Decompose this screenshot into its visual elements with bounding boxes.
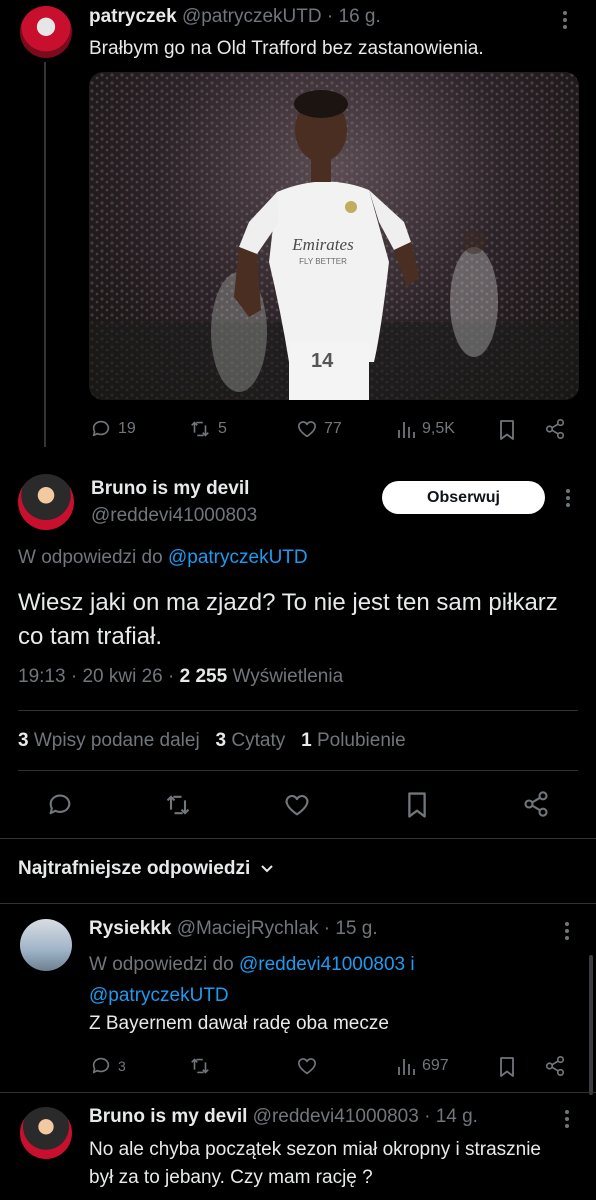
reply-text: No ale chyba początek sezon miał okropny…: [89, 1139, 542, 1188]
views-button[interactable]: 697: [396, 1055, 449, 1077]
divider: [0, 903, 596, 904]
reply-context: W odpowiedzi do @reddevi41000803 i @patr…: [89, 949, 549, 1011]
tweet-header: patryczek @patryczekUTD · 16 g.: [89, 6, 559, 28]
sort-label: Najtrafniejsze odpowiedzi: [18, 858, 251, 879]
reposts-count: 3: [18, 730, 29, 751]
likes-label: Polubienie: [316, 730, 406, 751]
avatar[interactable]: [20, 1107, 72, 1159]
bookmark-icon[interactable]: [404, 791, 430, 819]
views-count: 9,5K: [422, 420, 455, 437]
heart-icon: [297, 421, 317, 438]
reply-prefix: W odpowiedzi do: [18, 547, 163, 568]
views-icon: [398, 422, 415, 438]
views-count: 697: [422, 1057, 449, 1074]
views-button[interactable]: 9,5K: [396, 418, 455, 440]
share-icon[interactable]: [544, 1055, 566, 1077]
tweet-photo[interactable]: Emirates FLY BETTER 14: [89, 72, 579, 400]
author-handle[interactable]: @MaciejRychlak: [177, 918, 319, 939]
reply-header: Bruno is my devil @reddevi41000803 · 14 …: [89, 1106, 478, 1128]
repost-button[interactable]: 5: [188, 418, 227, 440]
avatar[interactable]: [20, 6, 72, 58]
author-handle[interactable]: @reddevi41000803: [91, 505, 257, 527]
reply-and: i: [410, 954, 415, 975]
thread-line: [44, 62, 46, 447]
avatar[interactable]: [20, 919, 72, 971]
reply-time[interactable]: 15 g.: [335, 918, 377, 939]
avatar[interactable]: [18, 474, 74, 530]
scrollbar[interactable]: [589, 955, 593, 1095]
views-count: 2 255: [179, 666, 228, 687]
tweet-text: Wiesz jaki on ma zjazd? To nie jest ten …: [18, 589, 558, 650]
chevron-down-icon: [261, 865, 273, 873]
separator-dot: ·: [424, 1106, 431, 1127]
reply-to-link[interactable]: @patryczekUTD: [89, 985, 229, 1006]
tweet-time[interactable]: 19:13: [18, 666, 66, 687]
quotes-count: 3: [215, 730, 227, 751]
divider: [0, 1092, 596, 1093]
divider: [18, 770, 578, 771]
reply-button[interactable]: 3: [90, 1055, 126, 1077]
reply-context: W odpowiedzi do @patryczekUTD: [18, 547, 308, 569]
like-button[interactable]: 77: [296, 418, 342, 440]
repost-icon[interactable]: [163, 791, 193, 819]
reply-icon: [92, 1057, 110, 1074]
tweet-time[interactable]: 16 g.: [339, 6, 381, 27]
tweet-meta: 19:13 · 20 kwi 26 · 2 255 Wyświetlenia: [18, 666, 343, 688]
more-options-icon[interactable]: [564, 921, 570, 946]
divider: [0, 838, 596, 839]
tweet-text: Brałbym go na Old Trafford bez zastanowi…: [89, 38, 484, 59]
heart-icon[interactable]: [296, 1055, 318, 1077]
likes-count-link[interactable]: 1 Polubienie: [301, 730, 406, 751]
author-name[interactable]: patryczek: [89, 6, 177, 27]
more-options-icon[interactable]: [564, 1109, 570, 1134]
author-handle[interactable]: @patryczekUTD: [182, 6, 322, 27]
separator-dot: ·: [70, 666, 78, 687]
reply-header: Rysiekkk @MaciejRychlak · 15 g.: [89, 918, 378, 940]
share-icon[interactable]: [522, 790, 550, 818]
photo-sponsor: Emirates: [291, 235, 354, 254]
views-icon: [398, 1059, 415, 1075]
reply-icon[interactable]: [46, 791, 74, 819]
reply-text: Z Bayernem dawał radę oba mecze: [89, 1013, 389, 1034]
reply-time[interactable]: 14 g.: [436, 1106, 478, 1127]
divider: [18, 710, 578, 711]
heart-icon[interactable]: [283, 791, 311, 819]
more-options-icon[interactable]: [565, 488, 571, 513]
follow-button[interactable]: Obserwuj: [382, 481, 545, 514]
tweet-date[interactable]: 20 kwi 26: [82, 666, 162, 687]
reply-count: 19: [118, 420, 136, 437]
engagement-counts: 3 Wpisy podane dalej 3 Cytaty 1 Polubien…: [18, 730, 406, 752]
views-label: Wyświetlenia: [232, 666, 344, 687]
bookmark-icon[interactable]: [497, 419, 517, 441]
repost-count: 5: [218, 420, 227, 437]
more-options-icon[interactable]: [562, 10, 568, 34]
photo-sponsor-sub: FLY BETTER: [299, 257, 347, 266]
reply-button[interactable]: 19: [90, 418, 136, 440]
author-name[interactable]: Bruno is my devil: [91, 478, 249, 500]
separator-dot: ·: [168, 666, 175, 687]
share-icon[interactable]: [544, 418, 566, 440]
sort-dropdown[interactable]: Najtrafniejsze odpowiedzi: [18, 858, 274, 880]
reply-count: 3: [118, 1058, 126, 1074]
author-name[interactable]: Rysiekkk: [89, 918, 171, 939]
quotes-label: Cytaty: [231, 730, 286, 751]
author-name[interactable]: Bruno is my devil: [89, 1106, 247, 1127]
repost-icon: [191, 421, 209, 437]
likes-count: 1: [301, 730, 312, 751]
reply-to-link[interactable]: @patryczekUTD: [168, 547, 308, 568]
reply-prefix: W odpowiedzi do: [89, 954, 234, 975]
photo-shirt-number: 14: [311, 350, 334, 372]
reply-to-link[interactable]: @reddevi41000803: [239, 954, 405, 975]
reposts-count-link[interactable]: 3 Wpisy podane dalej: [18, 730, 205, 751]
author-handle[interactable]: @reddevi41000803: [253, 1106, 419, 1127]
bookmark-icon[interactable]: [497, 1056, 517, 1078]
quotes-count-link[interactable]: 3 Cytaty: [216, 730, 291, 751]
repost-icon[interactable]: [188, 1055, 212, 1077]
separator-dot: ·: [323, 918, 331, 939]
reply-icon: [92, 420, 110, 437]
separator-dot: ·: [326, 6, 334, 27]
reposts-label: Wpisy podane dalej: [33, 730, 200, 751]
like-count: 77: [324, 420, 342, 437]
